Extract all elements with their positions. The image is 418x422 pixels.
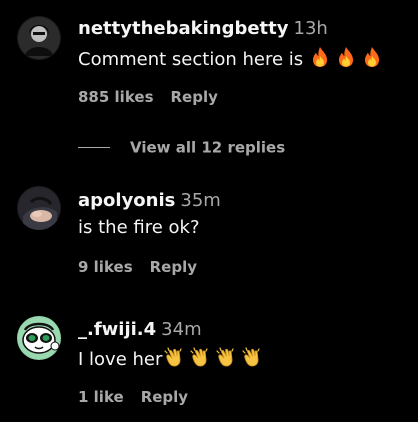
comment-text: Comment section here is [78,46,387,75]
emoji-group [163,346,267,375]
fire-emoji-icon [313,47,328,67]
avatar[interactable] [17,186,61,230]
avatar-image [17,186,61,230]
comment-body: is the fire ok? [78,217,200,238]
avatar[interactable] [17,16,61,60]
comment-actions: 885 likes Reply [78,87,218,107]
clapping-hands-emoji-icon [216,347,234,367]
view-replies-label[interactable]: View all 12 replies [130,139,285,157]
clapping-hands-emoji-icon [242,347,260,367]
view-replies-toggle[interactable]: View all 12 replies [78,137,285,159]
like-count[interactable]: 1 like [78,388,124,406]
comment-header: _.fwiji.4 34m [78,319,202,341]
reply-button[interactable]: Reply [150,258,197,276]
fire-emoji-icon [339,47,354,67]
comment-actions: 9 likes Reply [78,257,197,277]
comment-header: nettythebakingbetty 13h [78,18,328,40]
clapping-hands-emoji-icon [164,347,182,367]
comment-body: I love her [78,349,163,370]
username[interactable]: _.fwiji.4 [78,319,156,340]
timestamp: 34m [161,319,202,340]
username[interactable]: apolyonis [78,190,175,211]
emoji-group [309,46,387,75]
avatar-image [17,316,61,360]
avatar-image [17,16,61,60]
username[interactable]: nettythebakingbetty [78,18,289,39]
like-count[interactable]: 885 likes [78,88,154,106]
clapping-hands-emoji-icon [190,347,208,367]
replies-divider-line [78,147,110,148]
avatar[interactable] [17,316,61,360]
timestamp: 13h [293,18,328,39]
comment-actions: 1 like Reply [78,387,188,407]
comment-body: Comment section here is [78,49,304,70]
comment-text: is the fire ok? [78,216,200,240]
comment-header: apolyonis 35m [78,190,221,212]
reply-button[interactable]: Reply [171,88,218,106]
timestamp: 35m [180,190,221,211]
comment-text: I love her [78,346,267,375]
reply-button[interactable]: Reply [141,388,188,406]
fire-emoji-icon [365,47,380,67]
like-count[interactable]: 9 likes [78,258,133,276]
